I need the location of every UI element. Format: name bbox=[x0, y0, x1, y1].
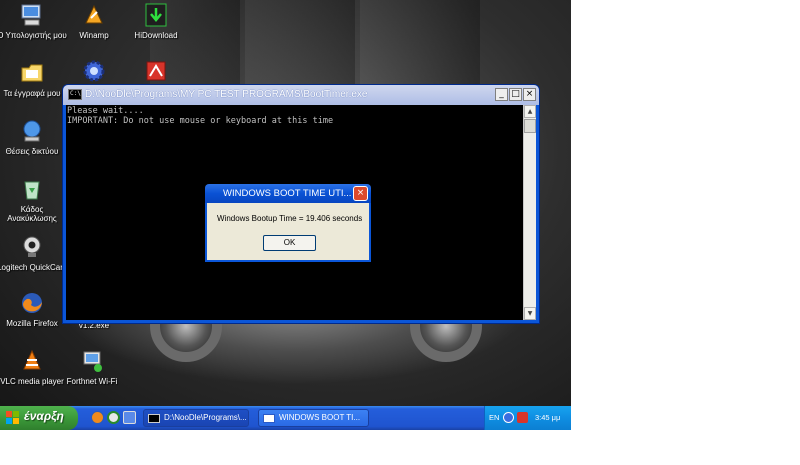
console-line: IMPORTANT: Do not use mouse or keyboard … bbox=[67, 116, 334, 126]
dialog-message: Windows Bootup Time = 19.406 seconds bbox=[217, 214, 363, 223]
console-task-icon bbox=[148, 414, 160, 423]
app-icon bbox=[146, 61, 166, 81]
close-button[interactable]: × bbox=[523, 88, 536, 101]
clock[interactable]: 3:45 μμ bbox=[535, 413, 560, 422]
desktop-icon-network[interactable]: Θέσεις δικτύου bbox=[0, 118, 68, 156]
desktop-icon-wifi[interactable]: Forthnet Wi-Fi bbox=[56, 348, 128, 386]
dialog-title: WINDOWS BOOT TIME UTI... bbox=[223, 188, 352, 199]
my-computer-icon bbox=[21, 4, 41, 26]
windows-logo-icon bbox=[6, 411, 20, 425]
taskbar: έναρξη D:\NooDle\Programs\... WINDOWS BO… bbox=[0, 406, 571, 430]
desktop-icon-label: Θέσεις δικτύου bbox=[5, 147, 59, 156]
dialog-titlebar[interactable]: WINDOWS BOOT TIME UTI... × bbox=[205, 184, 371, 203]
winamp-icon bbox=[85, 4, 103, 24]
console-text: Please wait.... IMPORTANT: Do not use mou… bbox=[67, 106, 333, 126]
quicklaunch-desktop-icon[interactable] bbox=[123, 411, 136, 424]
firefox-icon bbox=[22, 293, 42, 313]
desktop-icon-recycle-bin[interactable]: Κάδος Ανακύκλωσης bbox=[0, 176, 68, 223]
system-tray: EN 3:45 μμ bbox=[484, 406, 571, 430]
task-label: WINDOWS BOOT TI... bbox=[279, 413, 361, 422]
console-title: D:\NooDle\Programs\MY PC TEST PROGRAMS\B… bbox=[85, 89, 368, 100]
language-indicator[interactable]: EN bbox=[489, 413, 499, 422]
desktop-icon-app[interactable] bbox=[120, 58, 192, 84]
desktop: Ο Υπολογιστής μου Winamp HiDownload Τα έ… bbox=[0, 0, 571, 430]
maximize-icon: □ bbox=[511, 89, 520, 99]
minimize-icon: _ bbox=[499, 89, 504, 99]
network-places-icon bbox=[23, 120, 41, 142]
console-icon-text: C:\ bbox=[70, 90, 81, 97]
dialog-close-button[interactable]: × bbox=[353, 186, 368, 201]
ok-button[interactable]: OK bbox=[263, 235, 316, 251]
desktop-icon-label: Forthnet Wi-Fi bbox=[66, 377, 118, 386]
console-titlebar[interactable]: C:\ D:\NooDle\Programs\MY PC TEST PROGRA… bbox=[63, 85, 539, 105]
desktop-icon-label: Logitech QuickCam bbox=[0, 263, 67, 272]
desktop-icon-label: Κάδος Ανακύκλωσης bbox=[7, 205, 57, 223]
network-tray-icon[interactable] bbox=[503, 412, 514, 423]
dialog-task-icon bbox=[263, 414, 275, 423]
webcam-icon bbox=[23, 236, 41, 257]
scroll-down-button[interactable]: ▼ bbox=[524, 307, 536, 320]
scroll-up-button[interactable]: ▲ bbox=[524, 105, 536, 118]
close-icon: × bbox=[525, 89, 534, 99]
my-documents-icon bbox=[21, 64, 43, 82]
boot-time-dialog[interactable]: WINDOWS BOOT TIME UTI... × Windows Bootu… bbox=[205, 184, 371, 262]
desktop-icon-label: HiDownload bbox=[134, 31, 178, 40]
desktop-icon-hidownload[interactable]: HiDownload bbox=[120, 2, 192, 40]
hidownload-icon bbox=[145, 3, 167, 27]
taskbar-task-console[interactable]: D:\NooDle\Programs\... bbox=[143, 409, 249, 427]
close-icon: × bbox=[356, 188, 365, 198]
start-label: έναρξη bbox=[24, 409, 64, 423]
recycle-bin-icon bbox=[24, 181, 40, 200]
gear-icon bbox=[83, 60, 105, 82]
quicklaunch-app-icon[interactable] bbox=[107, 411, 120, 424]
task-label: D:\NooDle\Programs\... bbox=[164, 413, 246, 422]
wifi-icon bbox=[83, 351, 102, 372]
vlc-icon bbox=[23, 349, 41, 370]
console-line: Please wait.... bbox=[67, 106, 144, 116]
start-button[interactable]: έναρξη bbox=[0, 406, 78, 430]
minimize-button[interactable]: _ bbox=[495, 88, 508, 101]
console-icon[interactable]: C:\ bbox=[68, 89, 82, 100]
taskbar-task-dialog[interactable]: WINDOWS BOOT TI... bbox=[258, 409, 369, 427]
antivirus-tray-icon[interactable] bbox=[517, 412, 528, 423]
vertical-scrollbar[interactable]: ▲ ▼ bbox=[523, 105, 536, 320]
scroll-thumb[interactable] bbox=[524, 119, 536, 133]
quicklaunch-firefox-icon[interactable] bbox=[91, 411, 104, 424]
maximize-button[interactable]: □ bbox=[509, 88, 522, 101]
desktop-icon-label: Τα έγγραφά μου bbox=[3, 89, 61, 98]
desktop-icon-quickcam[interactable]: Logitech QuickCam bbox=[0, 234, 68, 272]
